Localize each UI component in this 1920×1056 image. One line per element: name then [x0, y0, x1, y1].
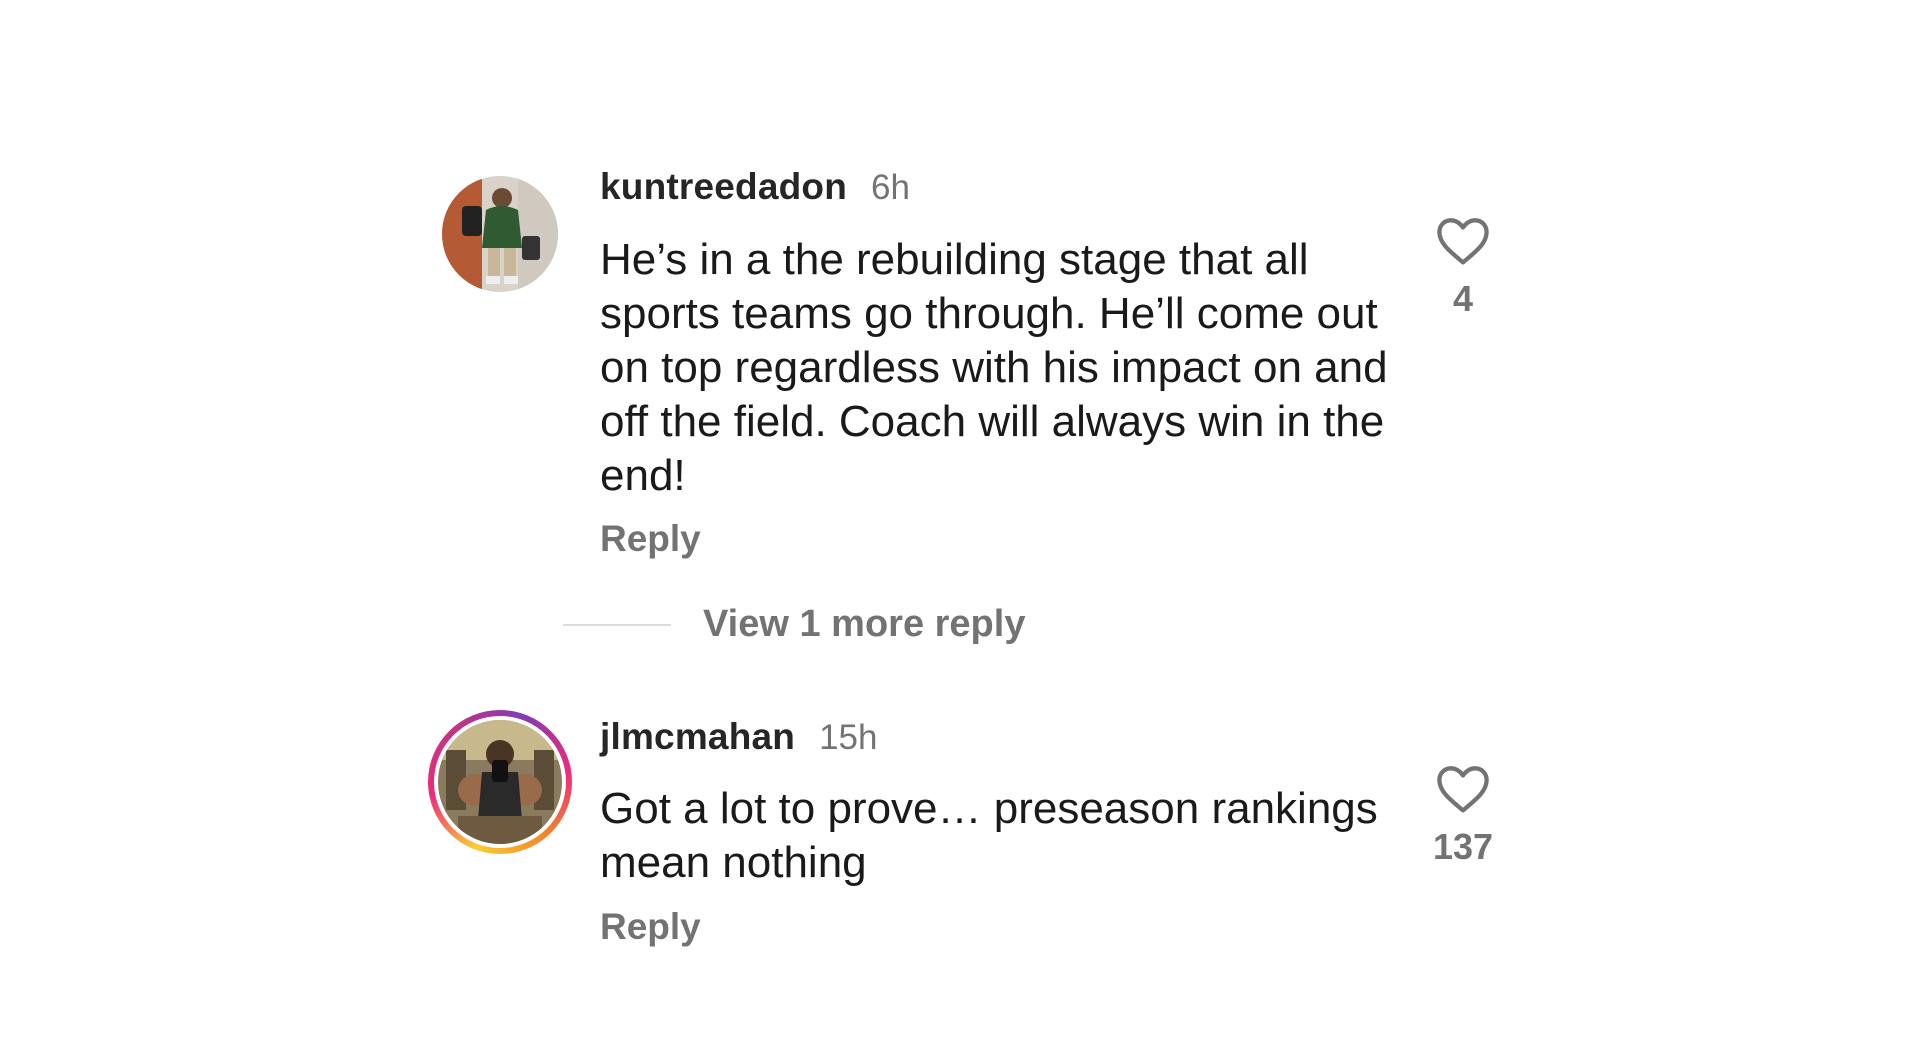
like-group: 137	[1418, 764, 1508, 868]
comment-meta: jlmcmahan 15h	[600, 716, 878, 758]
timestamp: 15h	[819, 718, 878, 757]
username[interactable]: jlmcmahan	[600, 716, 795, 758]
like-count: 137	[1432, 826, 1494, 867]
comments-panel: kuntreedadon 6h He’s in a the rebuilding…	[0, 0, 1920, 1056]
reply-button[interactable]: Reply	[600, 518, 701, 560]
like-count: 4	[1452, 278, 1474, 319]
avatar-photo	[438, 720, 562, 844]
like-group: 4	[1418, 216, 1508, 320]
username[interactable]: kuntreedadon	[600, 166, 847, 208]
avatar-photo	[442, 176, 558, 292]
view-more-replies-label: View 1 more reply	[703, 603, 1026, 645]
comment-text: He’s in a the rebuilding stage that all …	[600, 235, 1388, 500]
avatar[interactable]	[442, 176, 558, 292]
reply-button[interactable]: Reply	[600, 906, 701, 948]
timestamp: 6h	[871, 168, 910, 207]
heart-outline-icon[interactable]	[1436, 216, 1490, 266]
comment-text: Got a lot to prove… preseason rankings m…	[600, 784, 1378, 887]
story-ring[interactable]	[428, 710, 572, 854]
comment-meta: kuntreedadon 6h	[600, 166, 910, 208]
heart-outline-icon[interactable]	[1436, 764, 1490, 814]
divider-line	[563, 623, 671, 626]
view-more-replies-button[interactable]: View 1 more reply	[563, 603, 1025, 646]
avatar[interactable]	[438, 720, 562, 844]
